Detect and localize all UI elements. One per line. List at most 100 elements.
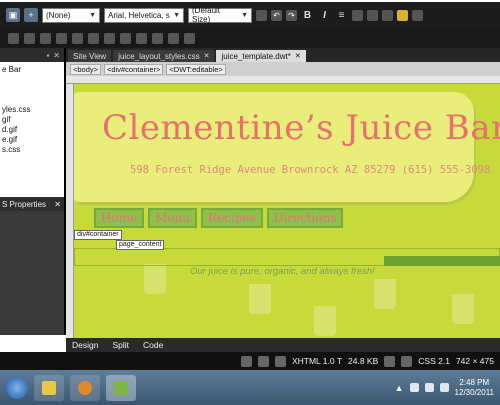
close-icon[interactable]: ✕ (295, 52, 301, 60)
code-view-button[interactable]: Code (143, 340, 163, 350)
nav-directions[interactable]: Directions (266, 208, 344, 228)
window-dimensions[interactable]: 742 × 475 (456, 356, 494, 366)
file-item[interactable]: e Bar (2, 65, 64, 75)
tab-juice-template[interactable]: juice_template.dwt* ✕ (216, 50, 306, 62)
properties-title: S Properties (2, 199, 47, 209)
insert-form-icon[interactable] (72, 32, 83, 44)
panel-header: ▪ ✕ (0, 48, 64, 62)
design-canvas[interactable]: Clementine’s Juice Bar 598 Forest Ridge … (74, 84, 500, 338)
insert-flash-icon[interactable] (152, 32, 163, 44)
design-view-button[interactable]: Design (72, 340, 98, 350)
taskbar: ▲ 2:48 PM 12/30/2011 (0, 370, 500, 405)
highlight-icon[interactable] (397, 9, 408, 21)
page-content-label[interactable]: page_content (116, 240, 165, 250)
font-select[interactable]: Arial, Helvetica, sans-serif▼ (104, 7, 184, 23)
file-item[interactable]: s.css (2, 145, 64, 155)
nav-menu[interactable]: Menu (148, 208, 198, 228)
insert-script-icon[interactable] (184, 32, 195, 44)
redo-icon[interactable]: ↷ (286, 9, 297, 21)
color-icon[interactable] (256, 9, 267, 21)
insert-layer-icon[interactable] (104, 32, 115, 44)
network-icon[interactable] (424, 383, 434, 392)
document-tabs: Site View juice_layout_styles.css ✕ juice… (66, 48, 500, 62)
table-icon[interactable] (382, 9, 393, 21)
address-line: 598 Forest Ridge Avenue Brownrock AZ 852… (130, 164, 491, 176)
div-container-label[interactable]: div#container (74, 230, 122, 240)
more-icon[interactable] (412, 9, 423, 21)
doctype-label[interactable]: XHTML 1.0 T (292, 356, 342, 366)
vertical-ruler (66, 84, 74, 338)
show-hidden-icon[interactable]: ▲ (395, 383, 404, 393)
bold-button[interactable]: B (301, 8, 314, 22)
file-item[interactable]: yles.css (2, 105, 64, 115)
taskbar-explorer-button[interactable] (34, 374, 64, 401)
horizontal-ruler (66, 76, 500, 84)
nav-recipes[interactable]: Recipes (201, 208, 263, 228)
clock[interactable]: 2:48 PM 12/30/2011 (455, 378, 494, 398)
new-file-icon[interactable]: + (24, 8, 38, 22)
insert-link-icon[interactable] (40, 32, 51, 44)
file-panel: ▪ ✕ e Bar yles.css gif d.gif e.gif s.css… (0, 48, 66, 335)
italic-button[interactable]: I (318, 8, 331, 22)
insert-anchor-icon[interactable] (136, 32, 147, 44)
file-item[interactable]: gif (2, 115, 64, 125)
insert-comment-icon[interactable] (120, 32, 131, 44)
taskbar-editor-button[interactable] (106, 374, 136, 401)
insert-media-icon[interactable] (88, 32, 99, 44)
clock-time: 2:48 PM (459, 377, 490, 387)
properties-panel-header[interactable]: S Properties ✕ (0, 197, 64, 211)
insert-table-icon[interactable] (56, 32, 67, 44)
tagline: Our juice is pure, organic, and always f… (190, 266, 375, 277)
app-icon[interactable]: ▣ (6, 8, 20, 22)
insert-div-icon[interactable] (8, 32, 19, 44)
align-button[interactable]: ≡ (335, 8, 348, 22)
accent-strip (384, 256, 500, 266)
tab-site-view[interactable]: Site View (68, 50, 112, 62)
file-item[interactable] (2, 85, 64, 95)
validate-icon[interactable] (274, 355, 286, 367)
style-select[interactable]: (None) ▼ (42, 7, 100, 23)
indent-icon[interactable] (367, 9, 378, 21)
file-item[interactable]: d.gif (2, 125, 64, 135)
file-item[interactable] (2, 95, 64, 105)
close-icon[interactable]: ✕ (204, 52, 210, 60)
page-icon[interactable] (240, 355, 252, 367)
chevron-down-icon: ▼ (173, 11, 180, 19)
size-select[interactable]: (Default Size) ▼ (188, 6, 252, 24)
close-icon[interactable]: ✕ (54, 200, 61, 209)
cup-graphic (374, 279, 396, 309)
zoom-icon[interactable] (257, 355, 269, 367)
media-player-icon (78, 380, 92, 395)
tag-body[interactable]: <body> (70, 63, 102, 75)
file-item[interactable]: e.gif (2, 135, 64, 145)
insert-image-icon[interactable] (24, 32, 35, 44)
nav-home[interactable]: Home (94, 208, 145, 228)
start-button[interactable] (6, 376, 28, 399)
tag-dwt-editable[interactable]: <DWT:editable> (166, 63, 226, 75)
tab-juice-layout-styles[interactable]: juice_layout_styles.css ✕ (113, 50, 215, 62)
properties-panel-body (0, 211, 64, 335)
pin-icon[interactable]: ▪ (46, 51, 49, 60)
css-version[interactable]: CSS 2.1 (418, 356, 450, 366)
volume-icon[interactable] (439, 383, 449, 392)
insert-template-icon[interactable] (168, 32, 179, 44)
flag-icon[interactable] (409, 383, 419, 392)
taskbar-media-button[interactable] (70, 374, 100, 401)
undo-icon[interactable]: ↶ (271, 9, 282, 21)
download-icon[interactable] (384, 355, 396, 367)
insert-toolbar (0, 28, 500, 48)
file-item[interactable] (2, 75, 64, 85)
view-mode-bar: Design Split Code (66, 338, 500, 352)
file-list: e Bar yles.css gif d.gif e.gif s.css (0, 62, 64, 197)
tag-div-container[interactable]: <div#container> (104, 63, 164, 75)
list-icon[interactable] (352, 9, 363, 21)
chevron-down-icon: ▼ (241, 11, 248, 19)
status-bar: XHTML 1.0 T 24.8 KB CSS 2.1 742 × 475 (0, 352, 500, 370)
split-view-button[interactable]: Split (112, 340, 129, 350)
close-icon[interactable]: ✕ (53, 51, 60, 60)
editor-icon (114, 380, 128, 395)
check-icon[interactable] (401, 355, 413, 367)
system-tray: ▲ 2:48 PM 12/30/2011 (395, 378, 500, 398)
file-size: 24.8 KB (348, 356, 379, 366)
tag-selector: <body> <div#container> <DWT:editable> (66, 62, 500, 76)
